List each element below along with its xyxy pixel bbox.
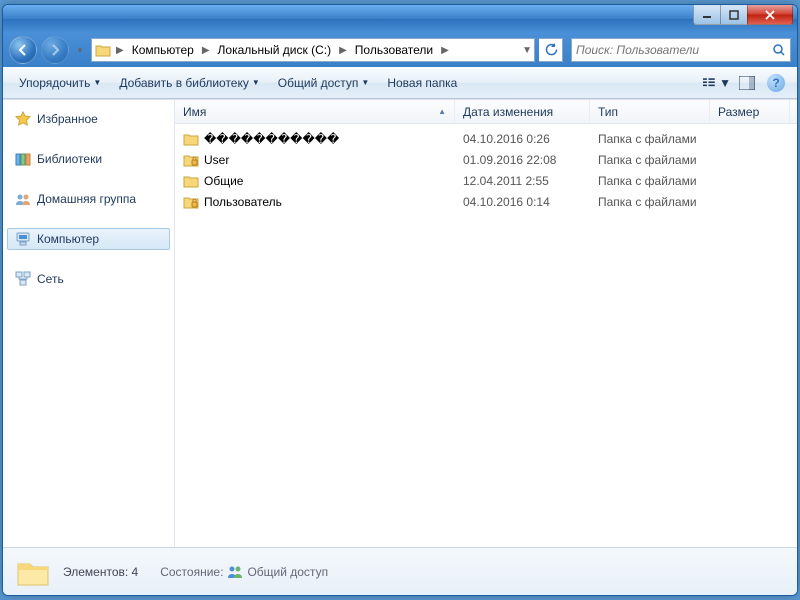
star-icon	[15, 111, 31, 127]
breadcrumb[interactable]: Компьютер	[126, 39, 200, 61]
forward-button[interactable]	[41, 36, 69, 64]
share-button[interactable]: Общий доступ▼	[270, 72, 378, 94]
organize-button[interactable]: Упорядочить▼	[11, 72, 109, 94]
nav-row: ▼ ▶ Компьютер ▶ Локальный диск (C:) ▶ По…	[3, 33, 797, 67]
minimize-button[interactable]	[693, 5, 721, 25]
sort-asc-icon: ▲	[438, 107, 446, 116]
toolbar: Упорядочить▼ Добавить в библиотеку▼ Общи…	[3, 67, 797, 99]
libraries-icon	[15, 151, 31, 167]
refresh-button[interactable]	[539, 38, 563, 62]
table-row[interactable]: ����������� 04.10.2016 0:26Папка с файлам…	[175, 128, 797, 149]
people-icon	[227, 565, 243, 579]
folder-icon	[183, 132, 199, 146]
status-count: Элементов: 4	[63, 565, 138, 579]
help-button[interactable]: ?	[767, 74, 785, 92]
table-row[interactable]: User 01.09.2016 22:08Папка с файлами	[175, 149, 797, 170]
sidebar-item-favorites[interactable]: Избранное	[3, 108, 174, 130]
folder-icon	[183, 174, 199, 188]
item-date: 04.10.2016 0:14	[455, 195, 590, 209]
column-type[interactable]: Тип	[590, 100, 710, 123]
explorer-window: ▼ ▶ Компьютер ▶ Локальный диск (C:) ▶ По…	[2, 4, 798, 596]
sidebar-item-libraries[interactable]: Библиотеки	[3, 148, 174, 170]
chevron-right-icon[interactable]: ▶	[337, 45, 349, 56]
folder-icon	[183, 195, 199, 209]
folder-icon	[183, 153, 199, 167]
status-bar: Элементов: 4 Состояние: Общий доступ	[3, 547, 797, 595]
sidebar-item-label: Домашняя группа	[37, 192, 136, 206]
search-field[interactable]	[571, 38, 791, 62]
sidebar-item-label: Компьютер	[37, 232, 99, 246]
column-size[interactable]: Размер	[710, 100, 790, 123]
homegroup-icon	[15, 191, 31, 207]
sidebar-item-network[interactable]: Сеть	[3, 268, 174, 290]
item-name: Пользователь	[204, 195, 282, 209]
item-type: Папка с файлами	[590, 132, 710, 146]
table-row[interactable]: Общие 12.04.2011 2:55Папка с файлами	[175, 170, 797, 191]
breadcrumb[interactable]: Пользователи	[349, 39, 439, 61]
chevron-right-icon[interactable]: ▶	[439, 45, 451, 56]
table-row[interactable]: Пользователь 04.10.2016 0:14Папка с файла…	[175, 191, 797, 212]
network-icon	[15, 271, 31, 287]
address-bar[interactable]: ▶ Компьютер ▶ Локальный диск (C:) ▶ Поль…	[91, 38, 535, 62]
add-to-library-button[interactable]: Добавить в библиотеку▼	[111, 72, 267, 94]
view-options-button[interactable]: ▼	[703, 71, 731, 95]
sidebar-item-label: Избранное	[37, 112, 98, 126]
maximize-button[interactable]	[720, 5, 748, 25]
status-state: Состояние: Общий доступ	[160, 565, 328, 579]
item-date: 04.10.2016 0:26	[455, 132, 590, 146]
item-date: 01.09.2016 22:08	[455, 153, 590, 167]
folder-icon	[92, 43, 114, 57]
item-date: 12.04.2011 2:55	[455, 174, 590, 188]
item-type: Папка с файлами	[590, 195, 710, 209]
sidebar-item-label: Библиотеки	[37, 152, 102, 166]
column-headers: Имя▲ Дата изменения Тип Размер	[175, 100, 797, 124]
breadcrumb[interactable]: Локальный диск (C:)	[212, 39, 338, 61]
back-button[interactable]	[9, 36, 37, 64]
sidebar-item-computer[interactable]: Компьютер	[7, 228, 170, 250]
chevron-right-icon[interactable]: ▶	[114, 45, 126, 56]
sidebar-item-homegroup[interactable]: Домашняя группа	[3, 188, 174, 210]
folder-icon	[15, 554, 51, 590]
item-type: Папка с файлами	[590, 153, 710, 167]
item-type: Папка с файлами	[590, 174, 710, 188]
search-icon	[772, 43, 786, 57]
history-dropdown[interactable]: ▼	[73, 46, 87, 55]
chevron-down-icon[interactable]: ▼	[520, 45, 534, 56]
column-date[interactable]: Дата изменения	[455, 100, 590, 123]
chevron-right-icon[interactable]: ▶	[200, 45, 212, 56]
file-list: Имя▲ Дата изменения Тип Размер ���������…	[175, 100, 797, 547]
computer-icon	[15, 231, 31, 247]
rows-container: �����������04.10.2016 0:26Папка с файлам…	[175, 124, 797, 547]
new-folder-button[interactable]: Новая папка	[379, 72, 465, 94]
item-name: Общие	[204, 174, 243, 188]
column-name[interactable]: Имя▲	[175, 100, 455, 123]
sidebar-item-label: Сеть	[37, 272, 64, 286]
sidebar: Избранное Библиотеки Домашняя группа Ком…	[3, 100, 175, 547]
body: Избранное Библиотеки Домашняя группа Ком…	[3, 99, 797, 547]
close-button[interactable]	[747, 5, 793, 25]
preview-pane-button[interactable]	[733, 71, 761, 95]
item-name: User	[204, 153, 229, 167]
window-controls	[694, 5, 793, 25]
item-name: �����������	[204, 132, 339, 146]
titlebar[interactable]	[3, 5, 797, 33]
search-input[interactable]	[576, 43, 772, 57]
